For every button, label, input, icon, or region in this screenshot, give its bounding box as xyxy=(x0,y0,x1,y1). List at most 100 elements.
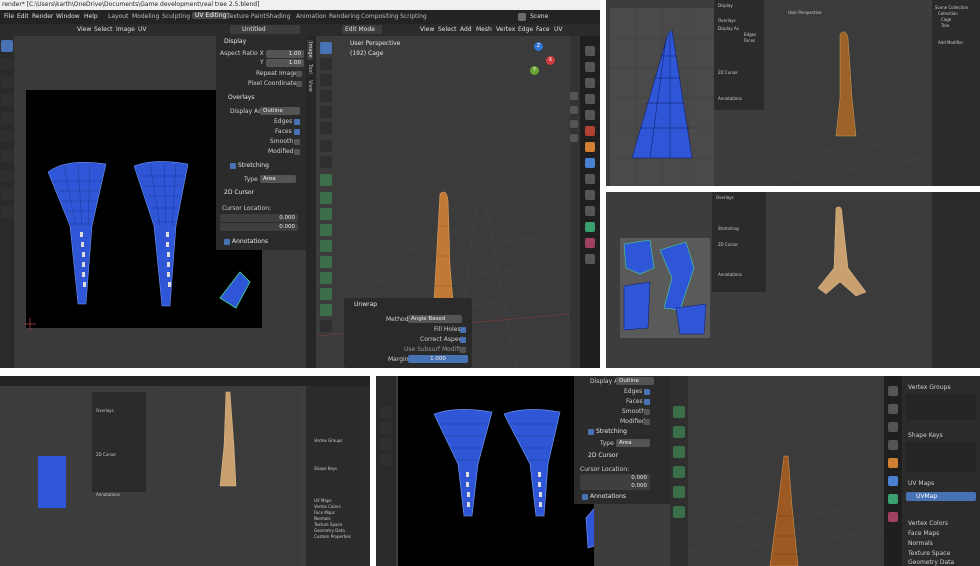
br-stretching-header[interactable]: Stretching xyxy=(596,428,627,435)
scene-props-icon[interactable] xyxy=(585,110,595,120)
br-stretching-checkbox[interactable] xyxy=(588,429,594,435)
pan-icon[interactable] xyxy=(570,106,578,114)
stretching-checkbox[interactable] xyxy=(230,163,236,169)
ortho-icon[interactable] xyxy=(570,134,578,142)
faces-checkbox[interactable] xyxy=(294,129,300,135)
br-props-icon-4[interactable] xyxy=(888,440,898,450)
br-props-icon-7[interactable] xyxy=(888,494,898,504)
navigation-gizmo[interactable]: Z X Y xyxy=(516,42,560,82)
tab-sculpting[interactable]: Sculpting xyxy=(162,13,190,20)
vp-polybuild-icon[interactable] xyxy=(320,272,332,284)
cursor-tool-icon[interactable] xyxy=(1,58,13,70)
menu-edit[interactable]: Edit xyxy=(17,13,29,20)
br-vp-icon-4[interactable] xyxy=(673,466,685,478)
output-props-icon[interactable] xyxy=(585,78,595,88)
rotate-tool-icon[interactable] xyxy=(1,94,13,106)
particles-props-icon[interactable] xyxy=(585,174,595,184)
br-annotations-header[interactable]: Annotations xyxy=(590,493,626,500)
br-props-icon-8[interactable] xyxy=(888,512,898,522)
vp-measure-icon[interactable] xyxy=(320,156,332,168)
br-cursor-x-field[interactable]: 0.000 xyxy=(580,474,650,482)
thumb3-shape-keys[interactable]: Shape Keys xyxy=(314,466,337,471)
thumb3-geometry-data[interactable]: Geometry Data xyxy=(314,528,345,533)
modifier-props-icon[interactable] xyxy=(585,158,595,168)
br-vp-icon-2[interactable] xyxy=(673,426,685,438)
br-annotate-icon[interactable] xyxy=(380,406,392,418)
thumb1-scene-collection[interactable]: Scene Collection xyxy=(935,5,968,10)
tab-view[interactable]: View xyxy=(307,80,313,92)
world-props-icon[interactable] xyxy=(585,126,595,136)
mode-selector[interactable]: Edit Mode xyxy=(342,25,382,34)
br-normals[interactable]: Normals xyxy=(908,540,933,547)
use-subsurf-checkbox[interactable] xyxy=(460,347,466,353)
thumb3-normals[interactable]: Normals xyxy=(314,516,331,521)
display-as-dropdown[interactable]: Outline xyxy=(260,107,300,115)
tab-layout[interactable]: Layout xyxy=(108,13,128,20)
uv-menu-view[interactable]: View xyxy=(77,26,91,33)
thumb3-vertex-groups[interactable]: Vertex Groups xyxy=(314,438,342,443)
aspect-x-field[interactable]: 1.00 xyxy=(266,50,304,58)
vp-loopcut-icon[interactable] xyxy=(320,240,332,252)
repeat-image-checkbox[interactable] xyxy=(296,71,302,77)
tab-tool[interactable]: Tool xyxy=(307,64,313,74)
br-uv-image[interactable] xyxy=(398,376,594,566)
modified-checkbox[interactable] xyxy=(294,149,300,155)
viewport-3d[interactable]: User Perspective (192) Cage Z X Y Unwrap… xyxy=(316,36,570,368)
unwrap-header[interactable]: Unwrap xyxy=(354,301,377,308)
image-selector[interactable]: Untitled xyxy=(230,25,300,34)
annotations-section-header[interactable]: Annotations xyxy=(232,238,268,245)
tab-scripting[interactable]: Scripting xyxy=(400,13,427,20)
select-tool-icon[interactable] xyxy=(1,40,13,52)
tab-image[interactable]: Image xyxy=(307,40,313,60)
tab-rendering[interactable]: Rendering xyxy=(329,13,360,20)
vp-transform-icon[interactable] xyxy=(320,122,332,134)
vp-annotate-icon[interactable] xyxy=(320,140,332,152)
thumb2-uv-view[interactable] xyxy=(620,238,710,338)
pixel-coordinates-checkbox[interactable] xyxy=(296,81,302,87)
thumb3-uv-maps[interactable]: UV Maps xyxy=(314,498,331,503)
thumb1-uv-view[interactable] xyxy=(610,8,714,186)
br-props-icon-3[interactable] xyxy=(888,422,898,432)
vp-bevel-icon[interactable] xyxy=(320,224,332,236)
tool-props-icon[interactable] xyxy=(585,46,595,56)
stretching-section-header[interactable]: Stretching xyxy=(238,162,269,169)
pinch-tool-icon[interactable] xyxy=(1,206,13,218)
br-props-icon-2[interactable] xyxy=(888,404,898,414)
texture-props-icon[interactable] xyxy=(585,254,595,264)
vp-move-icon[interactable] xyxy=(320,74,332,86)
thumb3-vertex-colors[interactable]: Vertex Colors xyxy=(314,504,341,509)
tab-modeling[interactable]: Modeling xyxy=(132,13,159,20)
gizmo-x-axis[interactable]: X xyxy=(546,56,555,65)
vp-smooth-icon[interactable] xyxy=(320,304,332,316)
vp-menu-add[interactable]: Add xyxy=(460,26,472,33)
cursor-y-field[interactable]: 0.000 xyxy=(220,223,298,231)
br-face-maps[interactable]: Face Maps xyxy=(908,530,939,537)
vp-rotate-icon[interactable] xyxy=(320,90,332,102)
br-texture-space[interactable]: Texture Space xyxy=(908,550,950,557)
thumb1-tree-item[interactable]: Tree xyxy=(941,23,949,28)
scene-name[interactable]: Scene xyxy=(530,13,548,20)
grab-tool-icon[interactable] xyxy=(1,170,13,182)
annotate-tool-icon[interactable] xyxy=(1,150,13,162)
br-cursor-y-field[interactable]: 0.000 xyxy=(580,482,650,490)
thumb1-add-modifier[interactable]: Add Modifier xyxy=(938,40,963,45)
smooth-checkbox[interactable] xyxy=(294,139,300,145)
br-type-dropdown[interactable]: Area xyxy=(616,439,650,447)
br-vertex-colors[interactable]: Vertex Colors xyxy=(908,520,948,527)
tab-animation[interactable]: Animation xyxy=(296,13,327,20)
br-grab-icon[interactable] xyxy=(380,422,392,434)
vp-cursor-icon[interactable] xyxy=(320,58,332,70)
br-uvmap-row[interactable]: UVMap xyxy=(906,492,976,501)
br-faces-checkbox[interactable] xyxy=(644,399,650,405)
move-tool-icon[interactable] xyxy=(1,76,13,88)
br-annotations-checkbox[interactable] xyxy=(582,494,588,500)
br-vp-icon-6[interactable] xyxy=(673,506,685,518)
br-vertex-groups[interactable]: Vertex Groups xyxy=(908,384,951,391)
vp-knife-icon[interactable] xyxy=(320,256,332,268)
tab-shading[interactable]: Shading xyxy=(266,13,290,20)
vp-menu-edge[interactable]: Edge xyxy=(518,26,533,33)
br-props-icon-1[interactable] xyxy=(888,386,898,396)
vp-menu-uv[interactable]: UV xyxy=(554,26,563,33)
tab-uv-editing[interactable]: UV Editing xyxy=(192,12,230,19)
vp-shear-icon[interactable] xyxy=(320,320,332,332)
